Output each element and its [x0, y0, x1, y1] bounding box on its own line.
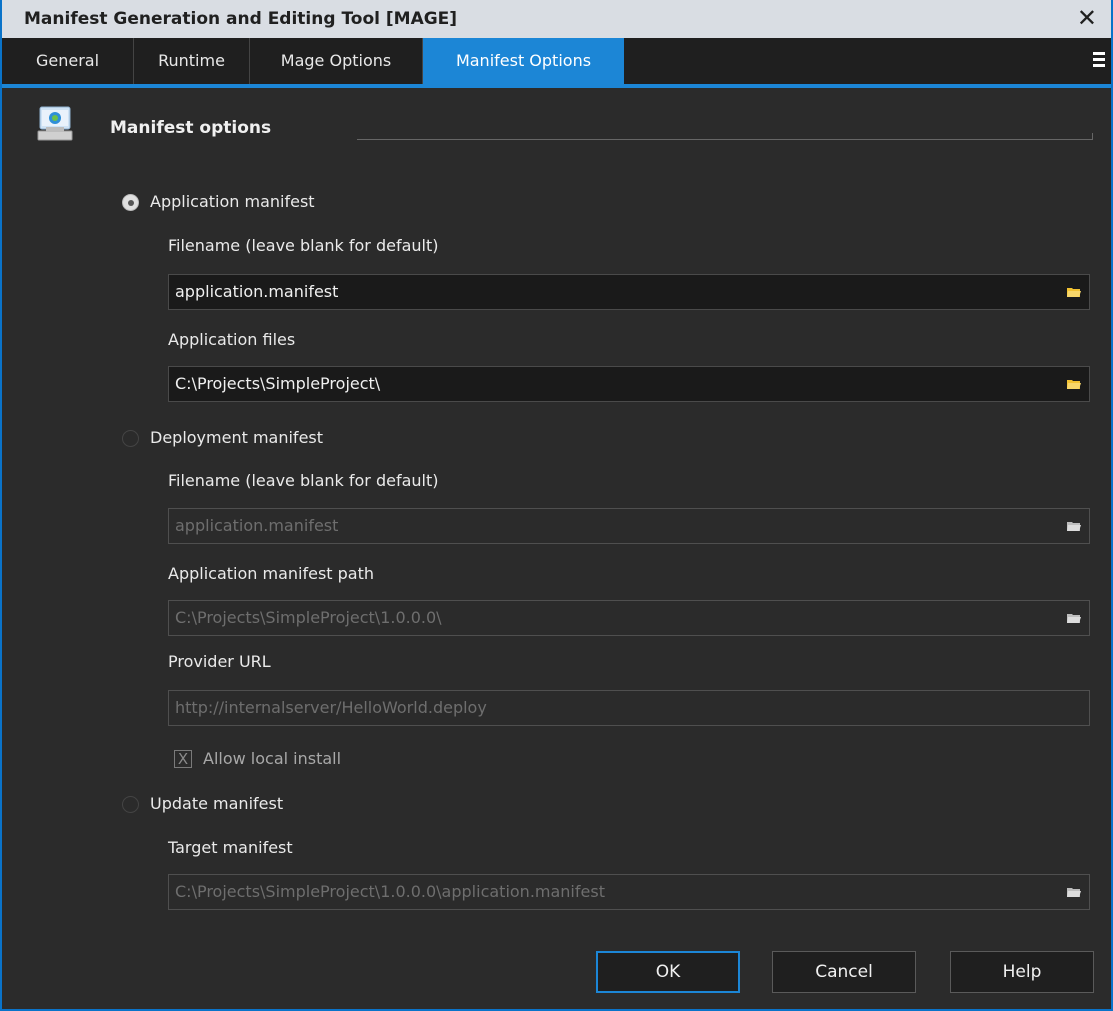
app-filename-browse-button[interactable] [1059, 275, 1089, 309]
provider-url-label: Provider URL [168, 652, 271, 671]
deployment-manifest-radio[interactable] [122, 430, 139, 447]
tab-bar: General Runtime Mage Options Manifest Op… [2, 38, 1111, 88]
app-files-value: C:\Projects\SimpleProject\ [175, 374, 381, 393]
target-manifest-value: C:\Projects\SimpleProject\1.0.0.0\applic… [175, 882, 605, 901]
folder-icon [1067, 888, 1081, 897]
folder-icon [1067, 614, 1081, 623]
allow-local-install-checkbox[interactable]: X [174, 750, 192, 768]
folder-icon [1067, 522, 1081, 531]
provider-url-value: http://internalserver/HelloWorld.deploy [175, 698, 487, 717]
manifest-options-panel: Manifest options Application manifest Fi… [2, 88, 1111, 1009]
folder-icon [1067, 288, 1081, 297]
group-header: Manifest options [110, 118, 272, 138]
target-manifest-input[interactable]: C:\Projects\SimpleProject\1.0.0.0\applic… [168, 874, 1090, 910]
provider-url-input[interactable]: http://internalserver/HelloWorld.deploy [168, 690, 1090, 726]
group-divider-end [1092, 133, 1093, 140]
app-filename-value: application.manifest [175, 282, 339, 301]
deployment-manifest-label: Deployment manifest [150, 428, 324, 447]
app-files-label: Application files [168, 330, 296, 349]
deploy-path-value: C:\Projects\SimpleProject\1.0.0.0\ [175, 608, 442, 627]
app-files-input[interactable]: C:\Projects\SimpleProject\ [168, 366, 1090, 402]
app-files-browse-button[interactable] [1059, 367, 1089, 401]
manifest-options-icon [37, 106, 73, 141]
allow-local-install-label: Allow local install [203, 749, 342, 768]
deploy-path-browse-button[interactable] [1059, 601, 1089, 635]
update-manifest-radio[interactable] [122, 796, 139, 813]
close-icon[interactable]: ✕ [1077, 4, 1097, 32]
application-manifest-label: Application manifest [150, 192, 315, 211]
folder-icon [1067, 380, 1081, 389]
deploy-path-input[interactable]: C:\Projects\SimpleProject\1.0.0.0\ [168, 600, 1090, 636]
tab-overflow-menu-icon[interactable] [1093, 50, 1105, 70]
ok-button[interactable]: OK [596, 951, 740, 993]
tab-mage-options[interactable]: Mage Options [250, 38, 423, 84]
deploy-path-label: Application manifest path [168, 564, 375, 583]
target-manifest-label: Target manifest [168, 838, 293, 857]
group-divider [357, 139, 1093, 140]
tab-runtime[interactable]: Runtime [134, 38, 250, 84]
deploy-filename-label: Filename (leave blank for default) [168, 471, 439, 490]
application-manifest-radio[interactable] [122, 194, 139, 211]
tab-general[interactable]: General [2, 38, 134, 84]
cancel-button[interactable]: Cancel [772, 951, 916, 993]
dialog-window: Manifest Generation and Editing Tool [MA… [0, 0, 1113, 1011]
title-bar: Manifest Generation and Editing Tool [MA… [2, 0, 1111, 38]
app-filename-label: Filename (leave blank for default) [168, 236, 439, 255]
tab-manifest-options[interactable]: Manifest Options [423, 38, 624, 84]
window-title: Manifest Generation and Editing Tool [MA… [24, 9, 458, 29]
deploy-filename-browse-button[interactable] [1059, 509, 1089, 543]
deploy-filename-value: application.manifest [175, 516, 339, 535]
help-button[interactable]: Help [950, 951, 1094, 993]
target-manifest-browse-button[interactable] [1059, 875, 1089, 909]
app-filename-input[interactable]: application.manifest [168, 274, 1090, 310]
update-manifest-label: Update manifest [150, 794, 284, 813]
deploy-filename-input[interactable]: application.manifest [168, 508, 1090, 544]
